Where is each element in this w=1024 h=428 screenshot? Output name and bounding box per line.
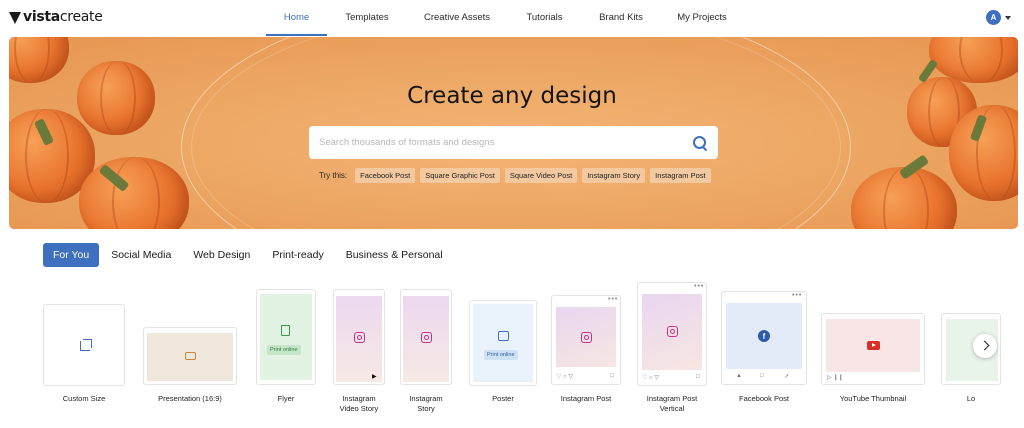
bookmark-icon: □ bbox=[696, 374, 700, 380]
post-actions-icons: ♡ ○ ▽ bbox=[556, 374, 573, 380]
suggestion-chip-square-graphic-post[interactable]: Square Graphic Post bbox=[420, 168, 500, 183]
instagram-post-thumbnail: ••• ♡ ○ ▽ □ bbox=[551, 295, 621, 385]
format-label: Poster bbox=[492, 394, 514, 403]
format-label-line1: Instagram bbox=[409, 394, 443, 403]
format-label-line2: Vertical bbox=[659, 404, 685, 413]
format-label-line1: Instagram bbox=[342, 394, 376, 403]
suggestion-chip-facebook-post[interactable]: Facebook Post bbox=[355, 168, 416, 183]
format-label: Instagram Post Vertical bbox=[630, 394, 714, 414]
print-online-badge: Print online bbox=[267, 345, 301, 355]
format-label: Custom Size bbox=[62, 394, 106, 403]
comment-icon: □ bbox=[760, 373, 764, 379]
like-icon: ▲ bbox=[736, 373, 742, 379]
presentation-icon bbox=[185, 352, 196, 360]
nav-brand-kits[interactable]: Brand Kits bbox=[582, 0, 660, 36]
nav-creative-assets[interactable]: Creative Assets bbox=[407, 0, 507, 36]
more-dots-icon: ••• bbox=[694, 283, 705, 290]
suggestion-chip-instagram-post[interactable]: Instagram Post bbox=[650, 168, 711, 183]
format-label-line2: Video Story bbox=[339, 404, 379, 413]
pumpkin-illustration bbox=[79, 157, 189, 229]
format-label: Instagram Story bbox=[396, 394, 456, 414]
instagram-icon bbox=[421, 332, 432, 343]
play-icon: ▶ bbox=[372, 374, 377, 380]
design-search-box[interactable] bbox=[309, 126, 718, 159]
logo-text: vistacreate bbox=[23, 9, 103, 25]
facebook-post-thumbnail: ••• f ▲ □ ↗ bbox=[721, 291, 807, 385]
print-online-badge: Print online bbox=[484, 350, 518, 360]
tab-web-design[interactable]: Web Design bbox=[183, 243, 260, 267]
design-search-input[interactable] bbox=[319, 137, 692, 148]
facebook-icon: f bbox=[758, 330, 770, 342]
nav-my-projects[interactable]: My Projects bbox=[660, 0, 744, 36]
crop-icon bbox=[80, 339, 92, 351]
instagram-icon bbox=[581, 332, 592, 343]
logo-mark-icon bbox=[9, 12, 21, 24]
try-suggestions: Try this: Facebook Post Square Graphic P… bbox=[319, 168, 711, 183]
avatar-caret-down-icon[interactable] bbox=[1005, 16, 1011, 20]
hero-title: Create any design bbox=[407, 83, 617, 109]
logo-text-bold: vista bbox=[23, 9, 60, 25]
poster-icon bbox=[498, 331, 509, 341]
suggestion-chip-instagram-story[interactable]: Instagram Story bbox=[582, 168, 646, 183]
category-tabs: For You Social Media Web Design Print-re… bbox=[43, 243, 455, 267]
format-label-line2: Story bbox=[417, 404, 435, 413]
logo-text-regular: create bbox=[59, 9, 103, 25]
tab-print-ready[interactable]: Print-ready bbox=[262, 243, 333, 267]
user-avatar[interactable]: A bbox=[986, 10, 1001, 25]
instagram-icon bbox=[667, 326, 678, 337]
flyer-thumbnail: Print online bbox=[256, 289, 316, 385]
format-label-line1: Instagram Post bbox=[646, 394, 698, 403]
presentation-thumbnail bbox=[143, 327, 237, 385]
format-label: Instagram Video Story bbox=[329, 394, 389, 414]
more-dots-icon: ••• bbox=[608, 296, 619, 303]
format-label: Lo bbox=[966, 394, 976, 403]
player-controls-icons: ▷ ❙❙ bbox=[827, 375, 844, 381]
format-label: Flyer bbox=[277, 394, 295, 403]
tab-business-personal[interactable]: Business & Personal bbox=[336, 243, 453, 267]
format-label: YouTube Thumbnail bbox=[839, 394, 907, 403]
instagram-icon bbox=[354, 332, 365, 343]
instagram-video-story-thumbnail: ▶ bbox=[333, 289, 385, 385]
format-label: Presentation (16:9) bbox=[158, 394, 222, 403]
format-label: Facebook Post bbox=[738, 394, 790, 403]
flyer-doc-icon bbox=[281, 325, 290, 336]
vistacreate-logo[interactable]: vistacreate bbox=[9, 9, 103, 25]
nav-tutorials[interactable]: Tutorials bbox=[507, 0, 582, 36]
search-icon[interactable] bbox=[692, 135, 708, 151]
tab-for-you[interactable]: For You bbox=[43, 243, 100, 267]
pumpkin-illustration bbox=[9, 37, 69, 83]
bookmark-icon: □ bbox=[610, 373, 614, 379]
instagram-story-thumbnail bbox=[400, 289, 452, 385]
post-actions-icons: ♡ ○ ▽ bbox=[642, 375, 659, 381]
nav-templates[interactable]: Templates bbox=[327, 0, 407, 36]
main-nav: Home Templates Creative Assets Tutorials… bbox=[266, 0, 744, 36]
suggestion-chip-square-video-post[interactable]: Square Video Post bbox=[504, 168, 578, 183]
custom-size-thumbnail bbox=[43, 304, 125, 386]
instagram-post-vertical-thumbnail: ••• ♡ ○ ▽ □ bbox=[637, 282, 707, 386]
youtube-thumbnail-preview: ▷ ❙❙ bbox=[821, 313, 925, 385]
youtube-icon bbox=[867, 341, 880, 350]
try-label: Try this: bbox=[319, 171, 348, 180]
poster-thumbnail: Print online bbox=[469, 300, 537, 386]
tab-social-media[interactable]: Social Media bbox=[101, 243, 181, 267]
carousel-next-button[interactable] bbox=[973, 334, 997, 358]
more-dots-icon: ••• bbox=[792, 292, 803, 299]
share-icon: ↗ bbox=[784, 374, 790, 380]
top-navigation-bar: vistacreate Home Templates Creative Asse… bbox=[0, 0, 1024, 36]
nav-home[interactable]: Home bbox=[266, 0, 327, 36]
format-label: Instagram Post bbox=[560, 394, 612, 403]
